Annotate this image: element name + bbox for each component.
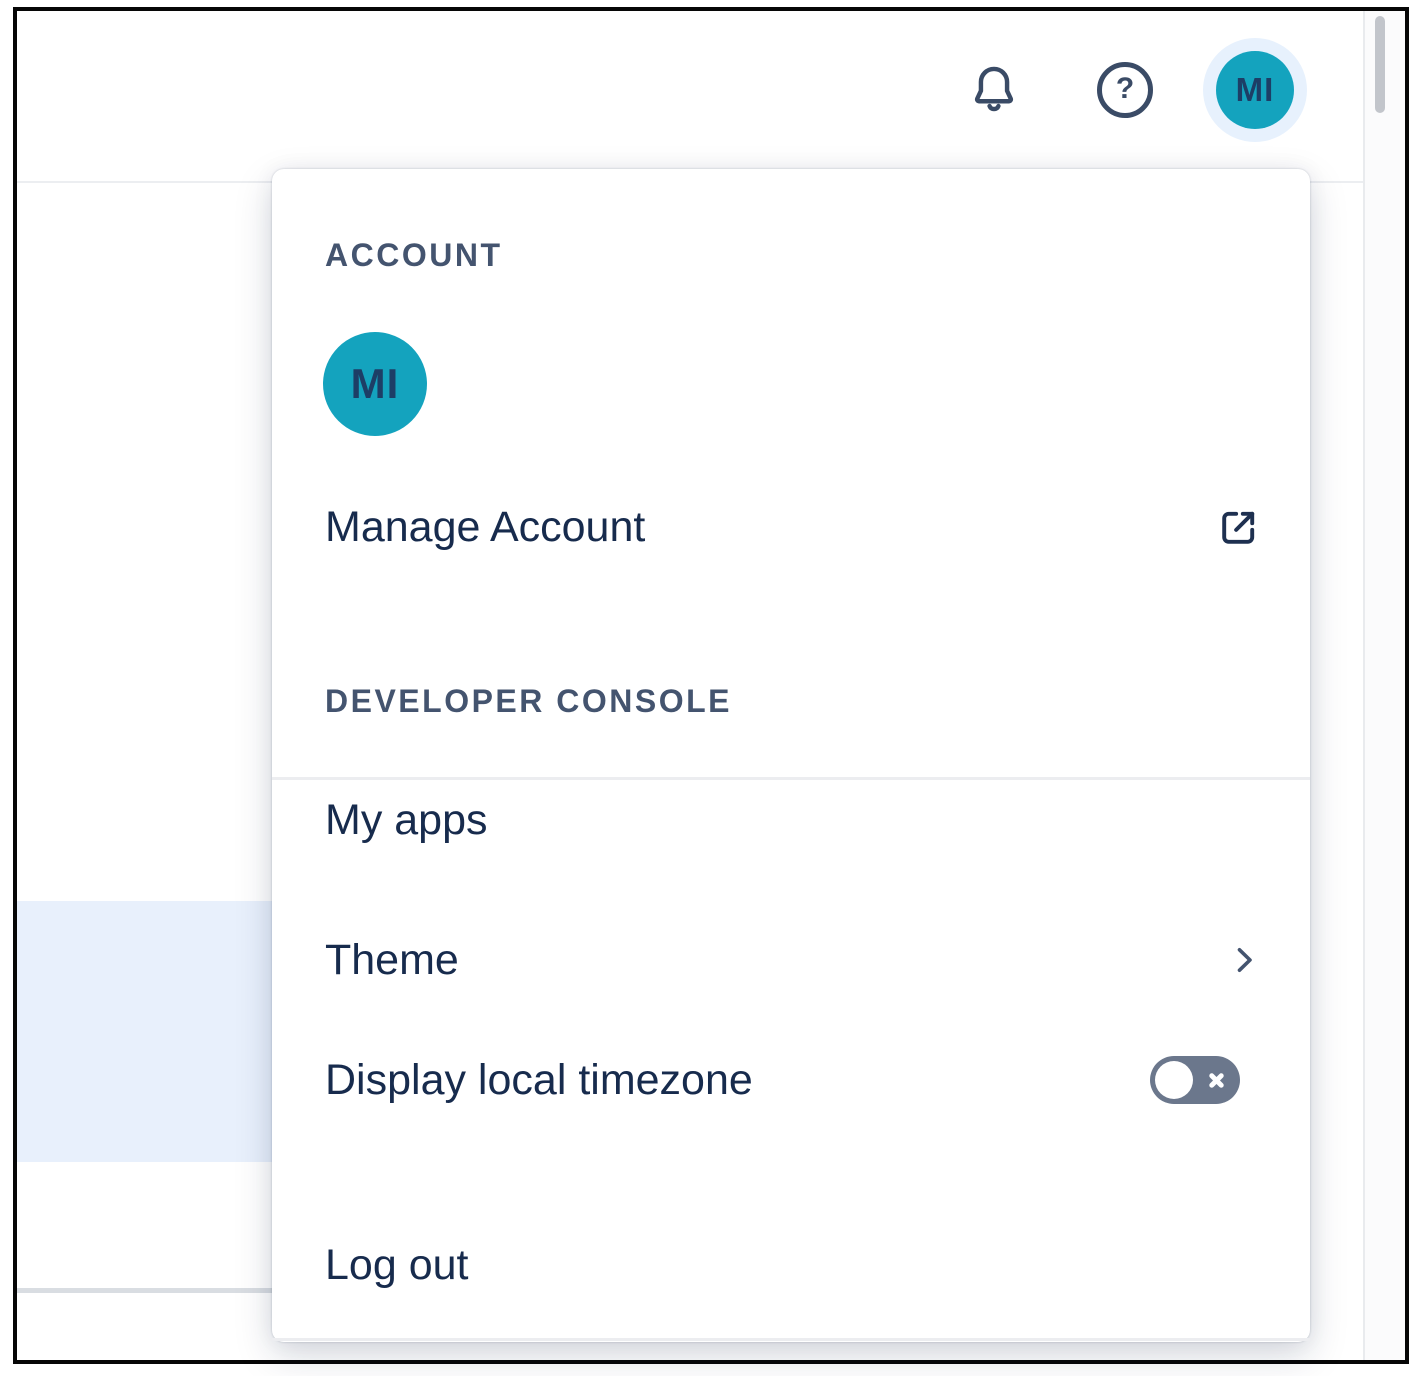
theme-label: Theme <box>325 934 459 986</box>
question-mark-icon: ? <box>1097 62 1153 118</box>
manage-account-label: Manage Account <box>325 501 645 553</box>
log-out-label: Log out <box>325 1239 468 1291</box>
help-button[interactable]: ? <box>1096 61 1154 119</box>
avatar: MI <box>323 332 427 436</box>
my-apps-label: My apps <box>325 794 488 846</box>
display-local-timezone-label: Display local timezone <box>325 1054 753 1106</box>
menu-item-log-out[interactable]: Log out <box>272 1225 1310 1305</box>
bell-icon <box>966 60 1022 118</box>
display-local-timezone-toggle[interactable] <box>1150 1056 1240 1104</box>
menu-item-display-local-timezone[interactable]: Display local timezone <box>272 1040 1310 1120</box>
toggle-knob <box>1155 1061 1193 1099</box>
menu-item-my-apps[interactable]: My apps <box>272 780 1310 860</box>
scrollbar-thumb[interactable] <box>1375 16 1385 113</box>
account-dropdown-menu: ACCOUNT MI Manage Account DEVELOPER CONS… <box>272 169 1310 1342</box>
cross-icon <box>1207 1071 1226 1090</box>
screen: ? MI ACCOUNT MI Manage Account DEVELOPER… <box>0 0 1422 1376</box>
user-avatar-button[interactable]: MI <box>1203 38 1307 142</box>
scrollbar-track[interactable] <box>1363 11 1405 1360</box>
menu-item-theme[interactable]: Theme <box>272 920 1310 1000</box>
chevron-right-icon <box>1226 942 1262 978</box>
external-link-icon <box>1215 504 1262 551</box>
developer-console-section-header: DEVELOPER CONSOLE <box>325 681 732 721</box>
avatar: MI <box>1216 51 1294 129</box>
menu-divider <box>272 1338 1310 1341</box>
account-section-header: ACCOUNT <box>325 235 502 275</box>
notifications-button[interactable] <box>965 59 1023 119</box>
menu-item-manage-account[interactable]: Manage Account <box>272 487 1310 567</box>
